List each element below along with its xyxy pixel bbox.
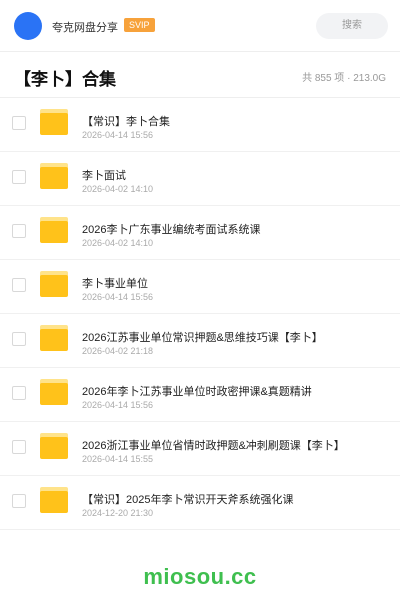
avatar[interactable] [14, 12, 42, 40]
item-name: 2026年李卜江苏事业单位时政密押课&真题精讲 [82, 386, 312, 398]
list-item[interactable]: 2026李卜广东事业编统考面试系统课 2026-04-02 14:10 [0, 206, 400, 260]
watermark: miosou.cc [143, 564, 257, 589]
list-item[interactable]: 李卜面试 2026-04-02 14:10 [0, 152, 400, 206]
file-list: 【常识】李卜合集 2026-04-14 15:56 李卜面试 2026-04-0… [0, 98, 400, 530]
item-date: 2024-12-20 21:30 [82, 508, 154, 518]
folder-icon [40, 271, 68, 297]
item-name: 2026江苏事业单位常识押题&思维技巧课【李卜】 [82, 332, 323, 344]
item-name: 【常识】2025年李卜常识开天斧系统强化课 [82, 494, 294, 506]
select-checkbox[interactable] [12, 440, 26, 454]
page-title: 【李卜】合集 [14, 70, 116, 89]
item-date: 2026-04-14 15:56 [82, 400, 154, 410]
item-date: 2026-04-14 15:56 [82, 130, 154, 140]
item-name: 李卜面试 [82, 170, 126, 182]
folder-icon [40, 109, 68, 135]
top-bar: 夸克网盘分享 SVIP 搜索 [0, 0, 400, 52]
list-item[interactable]: 【常识】李卜合集 2026-04-14 15:56 [0, 98, 400, 152]
svip-badge: SVIP [124, 18, 155, 32]
item-name: 2026李卜广东事业编统考面试系统课 [82, 224, 261, 236]
item-date: 2026-04-14 15:56 [82, 292, 154, 302]
folder-title-bar: 【李卜】合集 共 855 项 · 213.0G [0, 52, 400, 98]
select-checkbox[interactable] [12, 278, 26, 292]
item-name: 2026浙江事业单位省情时政押题&冲刺刷题课【李卜】 [82, 440, 345, 452]
list-item[interactable]: 李卜事业单位 2026-04-14 15:56 [0, 260, 400, 314]
select-checkbox[interactable] [12, 224, 26, 238]
app-name: 夸克网盘分享 [52, 22, 118, 34]
folder-icon [40, 217, 68, 243]
item-date: 2026-04-02 21:18 [82, 346, 154, 356]
folder-icon [40, 163, 68, 189]
folder-stats: 共 855 项 · 213.0G [302, 73, 386, 84]
select-checkbox[interactable] [12, 170, 26, 184]
select-checkbox[interactable] [12, 116, 26, 130]
search-input[interactable]: 搜索 [316, 13, 388, 39]
list-item[interactable]: 2026年李卜江苏事业单位时政密押课&真题精讲 2026-04-14 15:56 [0, 368, 400, 422]
folder-icon [40, 325, 68, 351]
item-name: 李卜事业单位 [82, 278, 148, 290]
footer: miosou.cc [0, 550, 400, 600]
item-name: 【常识】李卜合集 [82, 116, 170, 128]
list-item[interactable]: 【常识】2025年李卜常识开天斧系统强化课 2024-12-20 21:30 [0, 476, 400, 530]
list-item[interactable]: 2026江苏事业单位常识押题&思维技巧课【李卜】 2026-04-02 21:1… [0, 314, 400, 368]
item-date: 2026-04-02 14:10 [82, 184, 154, 194]
select-checkbox[interactable] [12, 494, 26, 508]
folder-icon [40, 379, 68, 405]
item-date: 2026-04-02 14:10 [82, 238, 154, 248]
select-checkbox[interactable] [12, 386, 26, 400]
list-item[interactable]: 2026浙江事业单位省情时政押题&冲刺刷题课【李卜】 2026-04-14 15… [0, 422, 400, 476]
item-date: 2026-04-14 15:55 [82, 454, 154, 464]
folder-icon [40, 487, 68, 513]
folder-icon [40, 433, 68, 459]
select-checkbox[interactable] [12, 332, 26, 346]
